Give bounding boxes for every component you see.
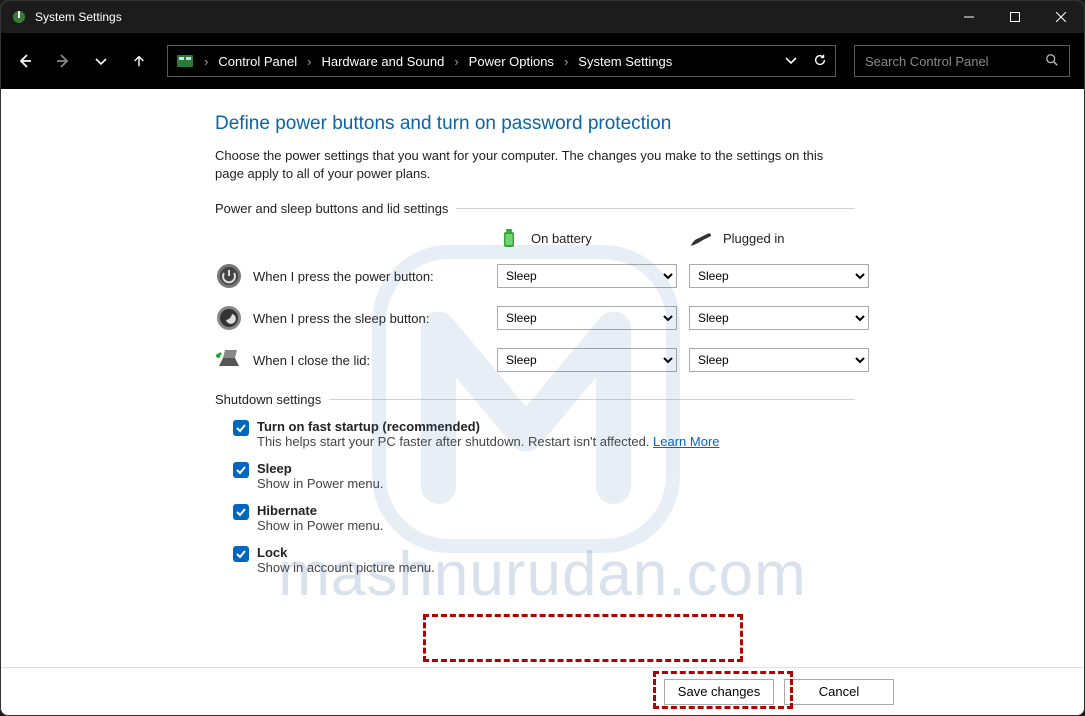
group-power-sleep: Power and sleep buttons and lid settings xyxy=(215,201,855,216)
column-label: On battery xyxy=(531,231,592,246)
search-icon xyxy=(1045,53,1059,70)
refresh-icon[interactable] xyxy=(813,53,827,70)
page-description: Choose the power settings that you want … xyxy=(215,147,855,183)
content-area: mashnurudan.com Define power buttons and… xyxy=(1,89,1084,667)
lid-battery-select[interactable]: Sleep xyxy=(497,348,677,372)
checkbox-sub: Show in Power menu. xyxy=(257,476,383,491)
app-icon xyxy=(11,9,27,25)
window: System Settings › Control Panel › Hardwa… xyxy=(0,0,1085,716)
plug-icon xyxy=(689,226,713,250)
footer: Save changes Cancel xyxy=(1,667,1084,715)
hibernate-checkbox[interactable]: Hibernate Show in Power menu. xyxy=(229,501,855,535)
column-on-battery: On battery xyxy=(497,226,677,250)
chevron-right-icon: › xyxy=(307,54,311,69)
lock-checkbox[interactable]: Lock Show in account picture menu. xyxy=(229,543,855,577)
column-plugged-in: Plugged in xyxy=(689,226,869,250)
checkbox-checked-icon xyxy=(233,504,249,520)
power-button-plugged-select[interactable]: Sleep xyxy=(689,264,869,288)
search-placeholder: Search Control Panel xyxy=(865,54,989,69)
group-label-text: Shutdown settings xyxy=(215,392,321,407)
checkbox-sub: This helps start your PC faster after sh… xyxy=(257,434,653,449)
lid-row: When I close the lid: Sleep Sleep xyxy=(215,346,855,374)
chevron-right-icon: › xyxy=(204,54,208,69)
lid-plugged-select[interactable]: Sleep xyxy=(689,348,869,372)
row-label-text: When I press the sleep button: xyxy=(253,311,429,326)
battery-icon xyxy=(497,226,521,250)
page-title: Define power buttons and turn on passwor… xyxy=(215,113,855,135)
up-button[interactable] xyxy=(129,51,149,71)
forward-button[interactable] xyxy=(53,51,73,71)
sleep-button-icon xyxy=(215,304,243,332)
annotation-highlight xyxy=(423,614,743,662)
power-button-icon xyxy=(215,262,243,290)
close-button[interactable] xyxy=(1038,1,1084,33)
sleep-button-plugged-select[interactable]: Sleep xyxy=(689,306,869,330)
maximize-button[interactable] xyxy=(992,1,1038,33)
checkbox-label: Sleep xyxy=(257,461,383,476)
checkbox-label: Lock xyxy=(257,545,435,560)
power-button-row: When I press the power button: Sleep Sle… xyxy=(215,262,855,290)
chevron-right-icon: › xyxy=(564,54,568,69)
checkbox-sub: Show in account picture menu. xyxy=(257,560,435,575)
row-label-text: When I press the power button: xyxy=(253,269,434,284)
window-title: System Settings xyxy=(35,10,122,24)
row-label-text: When I close the lid: xyxy=(253,353,370,368)
search-input[interactable]: Search Control Panel xyxy=(854,45,1070,77)
checkbox-checked-icon xyxy=(233,462,249,478)
address-bar[interactable]: › Control Panel › Hardware and Sound › P… xyxy=(167,45,836,77)
chevron-right-icon: › xyxy=(454,54,458,69)
minimize-button[interactable] xyxy=(946,1,992,33)
checkbox-checked-icon xyxy=(233,546,249,562)
power-button-battery-select[interactable]: Sleep xyxy=(497,264,677,288)
back-button[interactable] xyxy=(15,51,35,71)
checkbox-sub: Show in Power menu. xyxy=(257,518,383,533)
recent-button[interactable] xyxy=(91,51,111,71)
save-button[interactable]: Save changes xyxy=(664,679,774,705)
fast-startup-checkbox[interactable]: Turn on fast startup (recommended) This … xyxy=(229,417,855,451)
breadcrumb-item[interactable]: Hardware and Sound xyxy=(321,54,444,69)
checkbox-label: Turn on fast startup (recommended) xyxy=(257,419,720,434)
group-shutdown: Shutdown settings xyxy=(215,392,855,407)
breadcrumb-item[interactable]: System Settings xyxy=(578,54,672,69)
laptop-lid-icon xyxy=(215,346,243,374)
cancel-button[interactable]: Cancel xyxy=(784,679,894,705)
breadcrumb-item[interactable]: Power Options xyxy=(469,54,554,69)
checkbox-label: Hibernate xyxy=(257,503,383,518)
chevron-down-icon[interactable] xyxy=(785,54,797,69)
titlebar: System Settings xyxy=(1,1,1084,33)
column-label: Plugged in xyxy=(723,231,784,246)
navbar: › Control Panel › Hardware and Sound › P… xyxy=(1,33,1084,89)
learn-more-link[interactable]: Learn More xyxy=(653,434,719,449)
sleep-checkbox[interactable]: Sleep Show in Power menu. xyxy=(229,459,855,493)
control-panel-icon xyxy=(176,52,194,70)
checkbox-checked-icon xyxy=(233,420,249,436)
sleep-button-row: When I press the sleep button: Sleep Sle… xyxy=(215,304,855,332)
breadcrumb-item[interactable]: Control Panel xyxy=(218,54,297,69)
sleep-button-battery-select[interactable]: Sleep xyxy=(497,306,677,330)
group-label-text: Power and sleep buttons and lid settings xyxy=(215,201,448,216)
